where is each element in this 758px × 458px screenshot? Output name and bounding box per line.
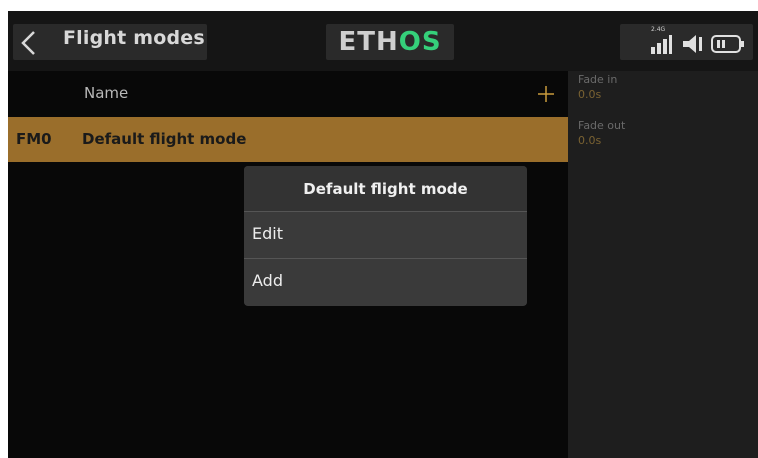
battery-icon <box>711 35 744 53</box>
chevron-left-icon[interactable] <box>18 30 40 56</box>
menu-item-edit[interactable]: Edit <box>244 211 527 258</box>
radio-screen: Flight modes ETH OS 2.4G Name FM0 Defaul… <box>8 11 758 458</box>
fade-in-value: 0.0s <box>578 88 602 101</box>
band-label: 2.4G <box>651 26 666 33</box>
speaker-icon <box>683 35 702 53</box>
signal-icon <box>651 35 672 54</box>
menu-item-label: Edit <box>252 224 283 243</box>
header-bar: Flight modes ETH OS 2.4G <box>8 11 758 71</box>
plus-icon[interactable] <box>535 83 557 105</box>
page-title: Flight modes <box>63 27 205 49</box>
column-header-name: Name <box>84 84 129 102</box>
flight-mode-name: Default flight mode <box>82 130 247 148</box>
context-menu: Default flight mode Edit Add <box>244 166 527 306</box>
flight-mode-row[interactable]: FM0 Default flight mode <box>8 117 568 162</box>
flight-mode-id: FM0 <box>16 130 52 148</box>
context-menu-title: Default flight mode <box>244 166 527 211</box>
detail-panel: Fade in 0.0s Fade out 0.0s <box>568 71 758 458</box>
fade-out-label: Fade out <box>578 119 626 132</box>
menu-item-label: Add <box>252 271 283 290</box>
status-area[interactable]: 2.4G <box>620 24 753 60</box>
fade-in-label: Fade in <box>578 73 618 86</box>
fade-out-value: 0.0s <box>578 134 602 147</box>
ethos-logo: ETH OS <box>326 24 454 60</box>
menu-item-add[interactable]: Add <box>244 258 527 305</box>
